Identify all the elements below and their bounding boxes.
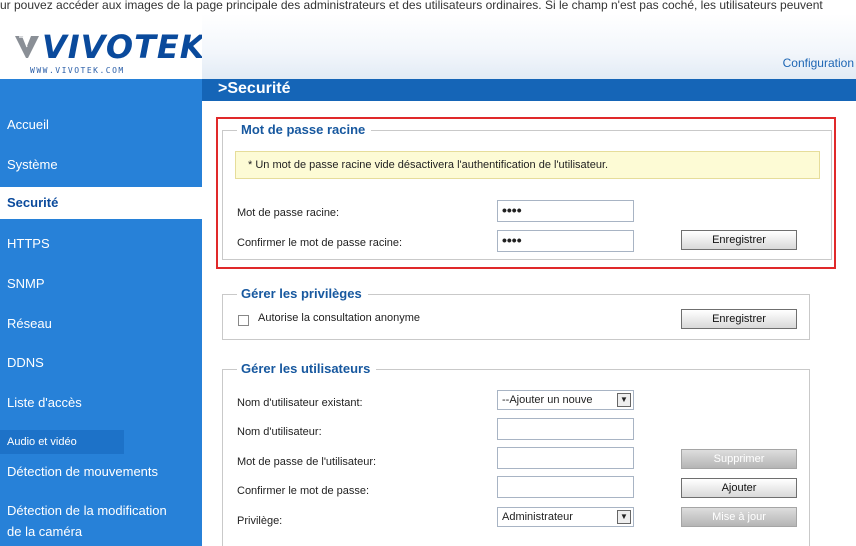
sidebar: Accueil Système Securité HTTPS SNMP Rése… [0, 79, 202, 546]
add-user-button[interactable]: Ajouter [681, 478, 797, 498]
delete-user-button[interactable]: Supprimer [681, 449, 797, 469]
existing-user-value: --Ajouter un nouve [502, 394, 593, 406]
user-password-field[interactable] [497, 447, 634, 469]
privilege-select[interactable]: Administrateur ▼ [497, 507, 634, 527]
sidebar-item-reseau[interactable]: Réseau [0, 316, 202, 331]
sidebar-item-detection-modification[interactable]: Détection de la modification [0, 503, 202, 518]
sidebar-item-detection-modification-line2[interactable]: de la caméra [0, 524, 202, 539]
sidebar-item-systeme[interactable]: Système [0, 157, 202, 172]
root-password-save-button[interactable]: Enregistrer [681, 230, 797, 250]
privilege-label: Privilège: [237, 515, 283, 527]
sidebar-item-https[interactable]: HTTPS [0, 236, 202, 251]
root-password-label: Mot de passe racine: [237, 207, 340, 219]
sidebar-item-liste-acces[interactable]: Liste d'accès [0, 395, 202, 410]
chevron-down-icon[interactable]: ▼ [617, 510, 631, 524]
sidebar-item-detection-mouvements[interactable]: Détection de mouvements [0, 464, 202, 479]
page-title: >Securité [218, 80, 291, 97]
configuration-link[interactable]: Configuration [783, 56, 854, 70]
sidebar-item-securite[interactable]: Securité [0, 187, 202, 219]
privileges-save-button[interactable]: Enregistrer [681, 309, 797, 329]
logo-url: WWW.VIVOTEK.COM [30, 66, 125, 75]
anonymous-view-label: Autorise la consultation anonyme [258, 312, 421, 324]
privileges-legend: Gérer les privilèges [237, 286, 368, 301]
users-legend: Gérer les utilisateurs [237, 361, 377, 376]
sidebar-item-accueil[interactable]: Accueil [0, 117, 202, 132]
overflow-text-strip: ur pouvez accéder aux images de la page … [0, 0, 856, 14]
privilege-value: Administrateur [502, 511, 573, 523]
username-label: Nom d'utilisateur: [237, 426, 322, 438]
main-content: Mot de passe racine * Un mot de passe ra… [202, 101, 856, 546]
sidebar-item-snmp[interactable]: SNMP [0, 276, 202, 291]
root-confirm-field[interactable]: •••• [497, 230, 634, 252]
root-confirm-label: Confirmer le mot de passe racine: [237, 237, 403, 249]
sidebar-item-ddns[interactable]: DDNS [0, 355, 202, 370]
overflow-text: ur pouvez accéder aux images de la page … [0, 0, 823, 12]
user-confirm-label: Confirmer le mot de passe: [237, 485, 370, 497]
logo-area: VIVOTEK WWW.VIVOTEK.COM [0, 14, 205, 79]
update-user-button[interactable]: Mise à jour [681, 507, 797, 527]
root-password-field[interactable]: •••• [497, 200, 634, 222]
notice-message: * Un mot de passe racine vide désactiver… [235, 151, 820, 179]
existing-user-select[interactable]: --Ajouter un nouve ▼ [497, 390, 634, 410]
user-password-label: Mot de passe de l'utilisateur: [237, 456, 377, 468]
chevron-down-icon[interactable]: ▼ [617, 393, 631, 407]
anonymous-view-checkbox[interactable] [238, 315, 249, 326]
vivotek-logo-icon [15, 36, 39, 58]
username-field[interactable] [497, 418, 634, 440]
root-password-legend: Mot de passe racine [237, 122, 372, 137]
user-confirm-field[interactable] [497, 476, 634, 498]
logo-wordmark: VIVOTEK [42, 28, 206, 66]
top-banner: Configuration [202, 14, 856, 79]
page-title-bar: >Securité [202, 79, 856, 101]
sidebar-item-audio-video[interactable]: Audio et vidéo [0, 430, 124, 454]
existing-user-label: Nom d'utilisateur existant: [237, 397, 363, 409]
